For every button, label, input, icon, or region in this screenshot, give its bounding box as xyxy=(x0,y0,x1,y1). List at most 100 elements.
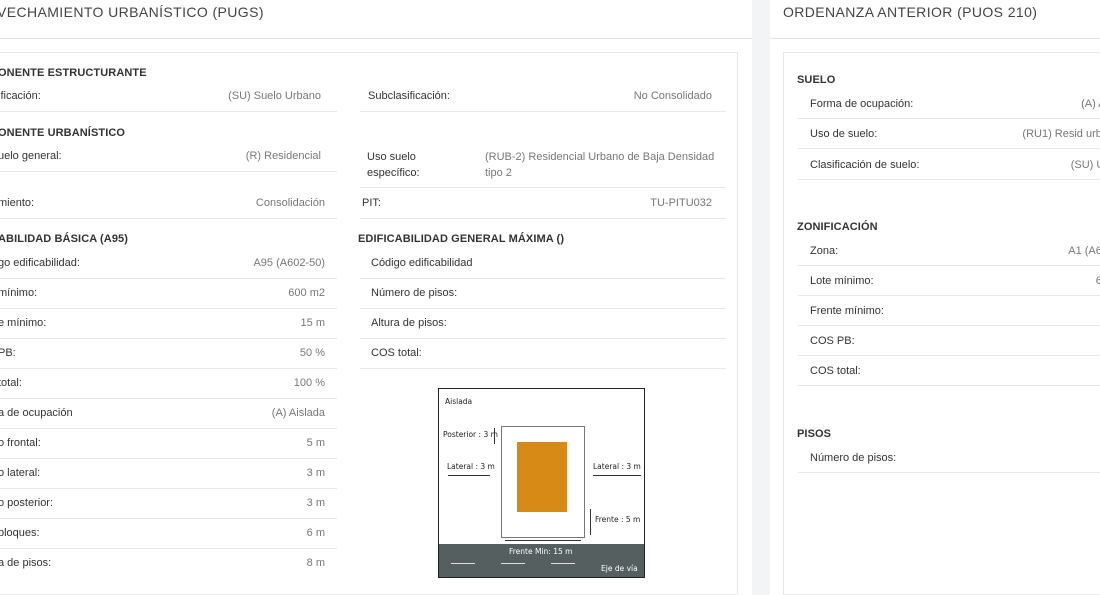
general-label: Código edificabilidad xyxy=(371,257,473,269)
general-row: Código edificabilidad xyxy=(360,249,726,279)
basica-value: 6 m xyxy=(306,527,325,539)
suelo-row: Uso de suelo: (RU1) Resid urba xyxy=(798,119,1100,149)
basica-row: total: 100 % xyxy=(0,369,337,399)
pit-label: PIT: xyxy=(362,197,381,209)
row-clasificacion: ificación: (SU) Suelo Urbano xyxy=(0,82,337,112)
basica-label: total: xyxy=(0,377,22,389)
zonificacion-row: COS PB: xyxy=(798,326,1100,356)
zonificacion-label: Zona: xyxy=(810,245,839,257)
uso-general-value: (R) Residencial xyxy=(245,150,321,162)
basica-label: mínimo: xyxy=(0,287,38,299)
road-dash xyxy=(551,563,575,564)
section-componente-estructurante: ONENTE ESTRUCTURANTE xyxy=(0,67,147,79)
building-footprint xyxy=(517,442,567,512)
row-uso-general: uelo general: (R) Residencial xyxy=(0,142,337,172)
zonificacion-row: Zona: A1 (A60 xyxy=(798,236,1100,266)
section-zonificacion: ZONIFICACIÓN xyxy=(797,221,878,233)
basica-row: go edificabilidad: A95 (A602-50) xyxy=(0,249,337,279)
uso-especifico-divider xyxy=(360,187,726,188)
zonificacion-label: COS PB: xyxy=(810,335,855,347)
zonificacion-value: A1 (A60 xyxy=(1068,245,1100,257)
clasificacion-label: ificación: xyxy=(0,90,41,102)
basica-value: 100 % xyxy=(293,377,325,389)
suelo-row: Clasificación de suelo: (SU) Ur xyxy=(798,150,1100,180)
subclasificacion-label: Subclasificación: xyxy=(368,90,450,102)
zonificacion-value: 60 xyxy=(1095,275,1100,287)
zonificacion-row: COS total:1 xyxy=(798,356,1100,386)
basica-label: o posterior: xyxy=(0,497,54,509)
subclasificacion-value: No Consolidado xyxy=(633,90,712,102)
basica-value: 3 m xyxy=(306,497,325,509)
basica-value: (A) Aislada xyxy=(271,407,325,419)
lateral-right-label: Lateral : 3 m xyxy=(593,462,641,471)
frente-min-label: Frente Min: 15 m xyxy=(509,547,573,556)
uso-especifico-label: Uso suelo específico: xyxy=(367,151,420,179)
frente-label: Frente : 5 m xyxy=(595,515,641,524)
tratamiento-label: miento: xyxy=(0,197,35,209)
pugs-panel-title: VECHAMIENTO URBANÍSTICO (PUGS) xyxy=(0,4,264,20)
basica-label: e mínimo: xyxy=(0,317,47,329)
pisos-row: Número de pisos: xyxy=(798,443,1100,473)
zonificacion-row: Frente mínimo: xyxy=(798,296,1100,326)
frente-dim-line xyxy=(590,509,591,535)
general-row: Altura de pisos: xyxy=(360,309,726,339)
basica-label: bloques: xyxy=(0,527,40,539)
basica-value: 600 m2 xyxy=(288,287,325,299)
aislada-diagram: Aislada Posterior : 3 m Lateral : 3 m La… xyxy=(438,388,645,578)
section-edificabilidad-basica: ABILIDAD BÁSICA (A95) xyxy=(0,233,129,245)
zonificacion-label: Frente mínimo: xyxy=(810,305,884,317)
suelo-label: Uso de suelo: xyxy=(810,128,878,140)
zonificacion-label: COS total: xyxy=(810,365,861,377)
row-subclasificacion: Subclasificación: No Consolidado xyxy=(360,82,726,112)
basica-value: 15 m xyxy=(300,317,325,329)
diagram-type-label: Aislada xyxy=(445,397,473,406)
basica-row: o lateral: 3 m xyxy=(0,459,337,489)
suelo-value: (SU) Ur xyxy=(1070,159,1100,171)
clasificacion-value: (SU) Suelo Urbano xyxy=(228,90,321,102)
frente-min-dim-line xyxy=(505,540,581,541)
zonificacion-row: Lote mínimo: 60 xyxy=(798,266,1100,296)
lateral-left-dim-line xyxy=(448,475,490,476)
basica-row: o posterior: 3 m xyxy=(0,489,337,519)
row-tratamiento: miento: Consolidación xyxy=(0,189,337,219)
pit-value: TU-PITU032 xyxy=(650,197,712,209)
suelo-label: Forma de ocupación: xyxy=(810,98,914,110)
suelo-value: (A) Ai xyxy=(1081,98,1100,110)
posterior-label: Posterior : 3 m xyxy=(443,430,498,439)
basica-row: o frontal: 5 m xyxy=(0,429,337,459)
road-dash xyxy=(501,563,525,564)
uso-general-label: uelo general: xyxy=(0,150,62,162)
basica-value: 5 m xyxy=(306,437,325,449)
pisos-label: Número de pisos: xyxy=(810,452,897,464)
basica-row: e mínimo: 15 m xyxy=(0,309,337,339)
posterior-dim-line xyxy=(494,428,495,444)
general-row: COS total: xyxy=(360,339,726,369)
basica-value: A95 (A602-50) xyxy=(253,257,325,269)
puos-header-divider xyxy=(770,38,1100,39)
puos-panel-title: ORDENANZA ANTERIOR (PUOS 210) xyxy=(783,4,1038,20)
basica-value: 3 m xyxy=(306,467,325,479)
section-edificabilidad-general: EDIFICABILIDAD GENERAL MÁXIMA () xyxy=(358,233,565,245)
basica-label: go edificabilidad: xyxy=(0,257,80,269)
section-suelo: SUELO xyxy=(797,74,836,86)
basica-value: 8 m xyxy=(306,557,325,569)
suelo-row: Forma de ocupación: (A) Ai xyxy=(798,89,1100,119)
basica-label: a de ocupación xyxy=(0,407,73,419)
basica-row: bloques: 6 m xyxy=(0,519,337,549)
basica-label: a de pisos: xyxy=(0,557,52,569)
general-label: COS total: xyxy=(371,347,422,359)
suelo-value: (RU1) Resid urba xyxy=(1022,128,1100,140)
road-dash xyxy=(451,563,475,564)
section-pisos: PISOS xyxy=(797,428,832,440)
uso-especifico-value: (RUB-2) Residencial Urbano de Baja Densi… xyxy=(485,151,715,179)
suelo-label: Clasificación de suelo: xyxy=(810,159,920,171)
eje-via-label: Eje de vía xyxy=(601,564,638,573)
lateral-left-label: Lateral : 3 m xyxy=(447,462,495,471)
road-strip: Frente Min: 15 m Eje de vía xyxy=(439,544,644,577)
basica-row: PB: 50 % xyxy=(0,339,337,369)
general-label: Número de pisos: xyxy=(371,287,458,299)
row-pit: PIT: TU-PITU032 xyxy=(360,189,726,219)
general-label: Altura de pisos: xyxy=(371,317,447,329)
lateral-right-dim-line xyxy=(593,475,641,476)
section-componente-urbanistico: ONENTE URBANÍSTICO xyxy=(0,127,126,139)
